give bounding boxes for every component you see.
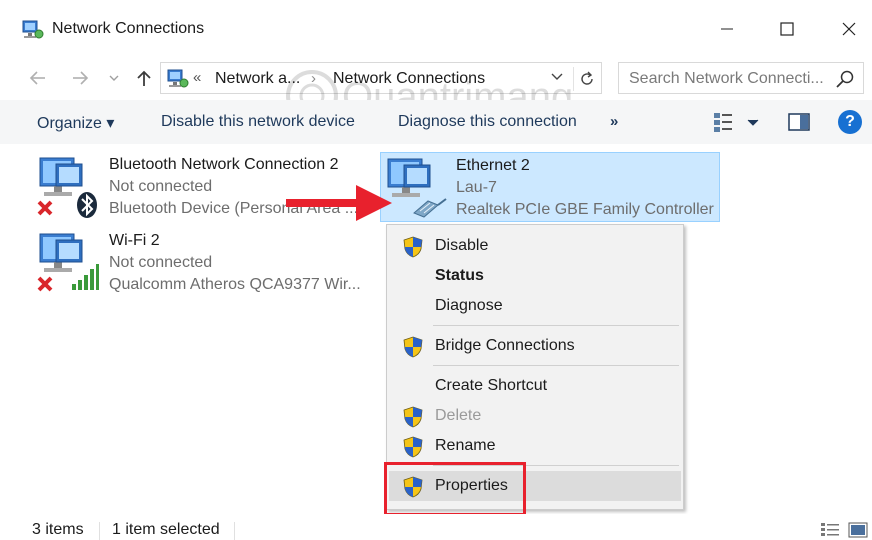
menu-item-label: Disable	[435, 237, 489, 254]
diagnose-connection-command[interactable]: Diagnose this connection	[398, 113, 577, 131]
wifi-network-icon	[37, 233, 99, 292]
uac-shield-icon	[403, 336, 423, 358]
recent-locations-button[interactable]	[102, 66, 126, 90]
arrow-right-icon	[73, 71, 89, 85]
menu-item-bridge-connections[interactable]: Bridge Connections	[389, 331, 681, 361]
arrow-left-icon	[29, 71, 45, 85]
menu-item-label: Status	[435, 267, 484, 284]
network-item-ethernet-selected[interactable]: Ethernet 2 Lau-7 Realtek PCIe GBE Family…	[380, 152, 720, 222]
uac-shield-icon	[403, 436, 423, 458]
menu-item-status[interactable]: Status	[389, 261, 681, 291]
details-view-icon[interactable]	[820, 522, 840, 538]
status-bar: 3 items 1 item selected	[0, 514, 872, 540]
search-box[interactable]: Search Network Connecti...	[618, 62, 864, 94]
maximize-button[interactable]	[764, 8, 810, 50]
change-view-icon[interactable]	[712, 110, 762, 134]
item-name: Ethernet 2	[456, 157, 530, 174]
back-button[interactable]	[26, 66, 50, 90]
red-pointer-arrow	[286, 185, 392, 221]
large-icons-view-icon[interactable]	[848, 522, 868, 538]
item-device: Qualcomm Atheros QCA9377 Wir...	[109, 276, 361, 293]
network-item-wifi[interactable]: Wi-Fi 2 Not connected Qualcomm Atheros Q…	[36, 232, 376, 302]
organize-menu[interactable]: Organize ▾	[37, 113, 114, 133]
minimize-button[interactable]	[704, 8, 750, 50]
item-status: Lau-7	[456, 179, 497, 196]
title-bar: Network Connections	[0, 0, 872, 58]
menu-item-label: Rename	[435, 437, 496, 454]
item-status: Not connected	[109, 254, 213, 271]
status-divider	[99, 522, 100, 540]
preview-pane-icon[interactable]	[788, 112, 810, 132]
forward-button[interactable]	[68, 66, 92, 90]
menu-item-label: Create Shortcut	[435, 377, 548, 394]
menu-item-label: Delete	[435, 407, 482, 424]
chevron-down-icon	[109, 75, 119, 81]
uac-shield-icon	[403, 406, 423, 428]
menu-item-diagnose[interactable]: Diagnose	[389, 291, 681, 321]
menu-item-disable[interactable]: Disable	[389, 231, 681, 261]
command-bar: Organize ▾ Disable this network device D…	[0, 100, 872, 144]
uac-shield-icon	[403, 236, 423, 258]
selection-count: 1 item selected	[112, 521, 220, 538]
window-title: Network Connections	[52, 20, 205, 37]
close-button[interactable]	[826, 8, 872, 50]
menu-item-label: Diagnose	[435, 297, 503, 314]
network-connections-icon	[22, 20, 44, 39]
arrow-up-icon	[137, 70, 151, 86]
status-divider	[234, 522, 235, 540]
menu-separator	[433, 325, 679, 326]
item-device: Realtek PCIe GBE Family Controller	[456, 201, 714, 218]
item-name: Bluetooth Network Connection 2	[109, 156, 339, 173]
menu-item-rename[interactable]: Rename	[389, 431, 681, 461]
help-button[interactable]: ?	[838, 110, 862, 134]
minimize-icon	[721, 28, 733, 30]
bluetooth-network-icon	[37, 157, 97, 218]
item-count: 3 items	[32, 521, 84, 538]
menu-item-label: Bridge Connections	[435, 337, 575, 354]
properties-highlight-box	[384, 462, 526, 516]
maximize-icon	[780, 22, 794, 36]
menu-separator	[433, 365, 679, 366]
more-commands-button[interactable]: »	[610, 113, 618, 130]
up-button[interactable]	[132, 66, 156, 90]
menu-item-create-shortcut[interactable]: Create Shortcut	[389, 371, 681, 401]
network-connections-icon	[167, 69, 189, 88]
search-icon[interactable]	[835, 69, 855, 89]
close-icon	[842, 22, 856, 36]
menu-item-delete[interactable]: Delete	[389, 401, 681, 431]
item-status: Not connected	[109, 178, 213, 195]
item-name: Wi-Fi 2	[109, 232, 160, 249]
search-input[interactable]: Search Network Connecti...	[629, 70, 824, 88]
disable-device-command[interactable]: Disable this network device	[161, 113, 355, 131]
breadcrumb-overflow[interactable]: «	[193, 69, 201, 86]
